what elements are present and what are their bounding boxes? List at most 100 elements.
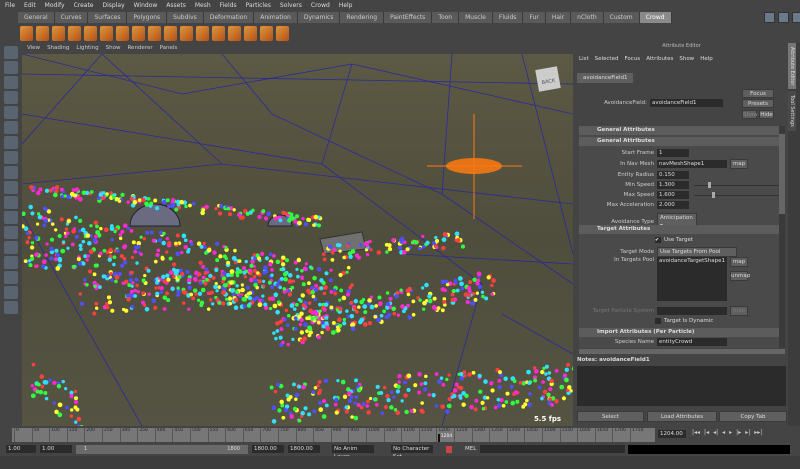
- layout-icon[interactable]: [778, 12, 789, 23]
- crowd-tool-icon[interactable]: [84, 26, 97, 41]
- crowd-tool-icon[interactable]: [68, 26, 81, 41]
- particle-map-button[interactable]: map: [730, 306, 748, 316]
- section-general-attributes[interactable]: General Attributes: [579, 126, 779, 135]
- targets-pool-list[interactable]: avoidanceTargetShape1: [657, 257, 727, 301]
- unmap-button[interactable]: unmap: [730, 271, 750, 281]
- max-speed-field[interactable]: 1.600: [657, 191, 689, 199]
- step-back-frame-icon[interactable]: ◂|: [713, 429, 718, 436]
- select-icon[interactable]: [4, 46, 18, 59]
- panel-menu-view[interactable]: View: [27, 45, 40, 54]
- step-forward-frame-icon[interactable]: |▸: [736, 429, 741, 436]
- layout-single-icon[interactable]: [4, 196, 18, 209]
- go-to-end-icon[interactable]: ▸▸|: [754, 429, 762, 436]
- panel-menu-renderer[interactable]: Renderer: [127, 45, 152, 54]
- menu-edit[interactable]: Edit: [24, 2, 36, 9]
- menu-window[interactable]: Window: [134, 2, 158, 9]
- shelf-tab-deformation[interactable]: Deformation: [203, 12, 255, 23]
- panel-menu-shading[interactable]: Shading: [47, 45, 69, 54]
- step-back-key-icon[interactable]: |◂: [704, 429, 709, 436]
- shelf-tab-fluids[interactable]: Fluids: [492, 12, 524, 23]
- tab-tool-settings[interactable]: Tool Settings: [788, 91, 796, 132]
- entity-radius-field[interactable]: 0.150: [657, 171, 689, 179]
- shelf-tab-hair[interactable]: Hair: [545, 12, 572, 23]
- menu-solvers[interactable]: Solvers: [280, 2, 302, 9]
- command-line[interactable]: [480, 445, 625, 453]
- start-frame-field[interactable]: 1: [657, 149, 689, 157]
- rotate-icon[interactable]: [4, 106, 18, 119]
- crowd-tool-icon[interactable]: [36, 26, 49, 41]
- shelf-tab-painteffects[interactable]: PaintEffects: [384, 12, 433, 23]
- viewport[interactable]: BACK 5.5 fps: [22, 54, 573, 426]
- crowd-tool-icon[interactable]: [212, 26, 225, 41]
- section-import-attributes[interactable]: Import Attributes (Per Particle): [579, 328, 779, 337]
- playback-start-field[interactable]: 1.00: [40, 445, 72, 453]
- layout-persp-icon[interactable]: [4, 241, 18, 254]
- menu-fields[interactable]: Fields: [220, 2, 237, 9]
- ae-menu-selected[interactable]: Selected: [595, 56, 619, 62]
- layout-outliner-icon[interactable]: [4, 256, 18, 269]
- notes-textarea[interactable]: [577, 366, 786, 406]
- min-speed-slider[interactable]: [694, 181, 779, 188]
- menu-particles[interactable]: Particles: [246, 2, 271, 9]
- panel-menu-lighting[interactable]: Lighting: [76, 45, 98, 54]
- crowd-tool-icon[interactable]: [228, 26, 241, 41]
- layout-icon[interactable]: [792, 12, 800, 23]
- layout-hyper-icon[interactable]: [4, 286, 18, 299]
- shelf-tab-ncloth[interactable]: nCloth: [571, 12, 604, 23]
- map-button[interactable]: map: [730, 159, 748, 169]
- min-speed-field[interactable]: 1.300: [657, 181, 689, 189]
- scale-icon[interactable]: [4, 121, 18, 134]
- ae-menu-focus[interactable]: Focus: [624, 56, 640, 62]
- soft-mod-icon[interactable]: [4, 151, 18, 164]
- menu-modify[interactable]: Modify: [45, 2, 65, 9]
- shelf-tab-toon[interactable]: Toon: [432, 12, 460, 23]
- shelf-tab-muscle[interactable]: Muscle: [459, 12, 493, 23]
- pool-map-button[interactable]: map: [730, 257, 748, 267]
- max-accel-field[interactable]: 2.000: [657, 201, 689, 209]
- crowd-tool-icon[interactable]: [20, 26, 33, 41]
- horizontal-scrollbar[interactable]: [579, 349, 785, 354]
- menu-file[interactable]: File: [5, 2, 15, 9]
- end-time-field[interactable]: 1800.00: [288, 445, 320, 453]
- shelf-tab-animation[interactable]: Animation: [254, 12, 298, 23]
- show-manip-icon[interactable]: [4, 166, 18, 179]
- viewcube[interactable]: BACK: [535, 66, 561, 92]
- shelf-tab-custom[interactable]: Custom: [603, 12, 640, 23]
- tab-avoidance-field[interactable]: avoidanceField1: [577, 73, 634, 83]
- section-target-attributes[interactable]: Target Attributes: [579, 225, 779, 234]
- menu-mesh[interactable]: Mesh: [195, 2, 211, 9]
- tab-attribute-editor[interactable]: Attribute Editor: [788, 43, 796, 90]
- auto-key-icon[interactable]: [446, 446, 452, 453]
- play-forwards-icon[interactable]: ▸: [729, 429, 732, 436]
- crowd-tool-icon[interactable]: [180, 26, 193, 41]
- shelf-tab-crowd[interactable]: Crowd: [639, 12, 672, 23]
- crowd-tool-icon[interactable]: [244, 26, 257, 41]
- shelf-tab-surfaces[interactable]: Surfaces: [88, 12, 128, 23]
- manipulator-icon[interactable]: [4, 136, 18, 149]
- shelf-tab-dynamics[interactable]: Dynamics: [297, 12, 341, 23]
- menu-assets[interactable]: Assets: [166, 2, 186, 9]
- layout-side-icon[interactable]: [4, 226, 18, 239]
- crowd-tool-icon[interactable]: [164, 26, 177, 41]
- target-particle-field[interactable]: [657, 307, 727, 315]
- play-backwards-icon[interactable]: ◂: [722, 429, 725, 436]
- crowd-tool-icon[interactable]: [100, 26, 113, 41]
- presets-button[interactable]: Presets: [742, 99, 774, 108]
- ae-menu-list[interactable]: List: [579, 56, 589, 62]
- layout-graph-icon[interactable]: [4, 271, 18, 284]
- move-icon[interactable]: [4, 91, 18, 104]
- character-set-dropdown[interactable]: No Character Set: [391, 445, 433, 460]
- ae-menu-attributes[interactable]: Attributes: [646, 56, 673, 62]
- layout-four-icon[interactable]: [4, 211, 18, 224]
- layout-icon[interactable]: [764, 12, 775, 23]
- start-time-field[interactable]: 1.00: [6, 445, 36, 453]
- crowd-tool-icon[interactable]: [148, 26, 161, 41]
- ae-menu-show[interactable]: Show: [679, 56, 694, 62]
- last-tool-icon[interactable]: [4, 181, 18, 194]
- max-speed-slider[interactable]: [694, 191, 779, 198]
- crowd-tool-icon[interactable]: [116, 26, 129, 41]
- range-slider[interactable]: 1 1800: [76, 445, 248, 454]
- species-field[interactable]: entityCrowd: [657, 338, 727, 346]
- menu-crowd[interactable]: Crowd: [311, 2, 330, 9]
- lasso-icon[interactable]: [4, 61, 18, 74]
